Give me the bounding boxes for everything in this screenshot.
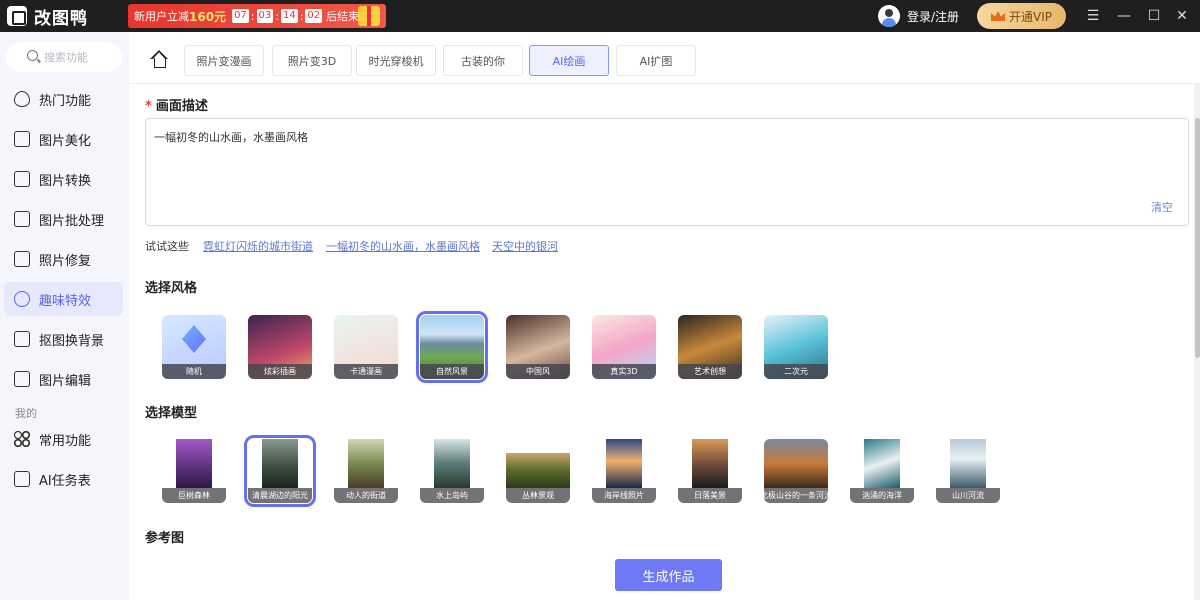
tab-time-machine[interactable]: 时光穿梭机	[356, 45, 436, 76]
batch-icon	[14, 211, 30, 227]
style-option[interactable]: 中国风	[506, 315, 570, 379]
feature-tabs: 照片变漫画 照片变3D 时光穿梭机 古装的你 AI绘画 AI扩图	[129, 32, 1200, 84]
sidebar-item-label: 图片批处理	[39, 213, 105, 229]
promo-amount: 160元	[189, 9, 227, 24]
description-label: * 画面描述	[145, 99, 208, 114]
sidebar-item-convert[interactable]: 图片转换	[4, 162, 123, 196]
sidebar-item-label: 图片编辑	[39, 373, 92, 389]
style-option[interactable]: 真实3D	[592, 315, 656, 379]
model-option-selected[interactable]: 清晨湖边的阳光	[244, 435, 316, 507]
suggestion-link[interactable]: 天空中的银河	[492, 238, 558, 254]
gift-icon	[358, 6, 380, 26]
search-placeholder: 搜索功能	[44, 51, 88, 64]
sidebar-item-label: AI任务表	[39, 473, 91, 489]
edit-icon	[14, 371, 30, 387]
maximize-icon[interactable]: ☐	[1144, 6, 1164, 26]
convert-icon	[14, 171, 30, 187]
grid-icon	[14, 431, 30, 447]
vip-label: 开通VIP	[1009, 9, 1052, 24]
sidebar-item-label: 常用功能	[39, 433, 92, 449]
tab-ai-painting[interactable]: AI绘画	[529, 45, 609, 76]
sidebar-item-label: 抠图换背景	[39, 333, 105, 349]
tab-ancient-costume[interactable]: 古装的你	[443, 45, 523, 76]
open-vip-button[interactable]: 开通VIP	[977, 3, 1066, 29]
login-register-link[interactable]: 登录/注册	[907, 8, 959, 25]
close-icon[interactable]: ✕	[1172, 6, 1192, 26]
search-icon	[27, 50, 38, 61]
sidebar-item-edit[interactable]: 图片编辑	[4, 362, 123, 396]
sidebar-item-cutout[interactable]: 抠图换背景	[4, 322, 123, 356]
sparkle-icon	[14, 291, 30, 307]
search-input[interactable]: 搜索功能	[6, 42, 122, 72]
sidebar-item-ai-tasks[interactable]: AI任务表	[4, 462, 123, 496]
countdown-4: 02	[305, 9, 323, 23]
model-option[interactable]: 日落美景	[678, 439, 742, 503]
countdown-2: 03	[256, 9, 274, 23]
sidebar-item-label: 图片美化	[39, 133, 92, 149]
app-name: 改图鸭	[34, 8, 88, 29]
crown-icon	[991, 11, 1005, 21]
style-option[interactable]: 随机	[162, 315, 226, 379]
task-list-icon	[14, 471, 30, 487]
suggestion-link[interactable]: 霓虹灯闪烁的城市街道	[203, 238, 313, 254]
tab-ai-expand[interactable]: AI扩图	[616, 45, 696, 76]
tab-photo-to-comic[interactable]: 照片变漫画	[184, 45, 264, 76]
style-option[interactable]: 艺术创想	[678, 315, 742, 379]
title-bar: 改图鸭 新用户立减 160元 07: 03: 14: 02 后结束 登录/注册 …	[0, 0, 1200, 32]
model-option[interactable]: 海岸线照片	[592, 439, 656, 503]
sidebar: 搜索功能 热门功能 图片美化 图片转换 图片批处理 照片修复 趣味特效 抠图换背…	[0, 32, 129, 600]
sidebar-item-hot[interactable]: 热门功能	[4, 82, 123, 116]
model-option[interactable]: 丛林景观	[506, 439, 570, 503]
style-option[interactable]: 二次元	[764, 315, 828, 379]
reference-label: 参考图	[145, 531, 185, 546]
model-option[interactable]: 巨树森林	[162, 439, 226, 503]
scrollbar-thumb[interactable]	[1195, 118, 1200, 358]
app-logo-icon	[7, 6, 27, 26]
description-textarea[interactable]: 一幅初冬的山水画，水墨画风格 清空	[145, 118, 1189, 226]
image-beautify-icon	[14, 131, 30, 147]
repair-icon	[14, 251, 30, 267]
sidebar-item-label: 趣味特效	[39, 293, 92, 309]
model-option[interactable]: 水上岛屿	[420, 439, 484, 503]
try-these-label: 试试这些	[145, 240, 189, 253]
promo-prefix: 新用户立减	[134, 10, 189, 23]
main-panel: 照片变漫画 照片变3D 时光穿梭机 古装的你 AI绘画 AI扩图 * 画面描述 一…	[129, 32, 1200, 600]
random-diamond-icon	[182, 325, 206, 353]
sidebar-item-label: 照片修复	[39, 253, 92, 269]
sidebar-item-label: 图片转换	[39, 173, 92, 189]
model-option[interactable]: 北极山谷的一条河流	[764, 439, 828, 503]
model-option[interactable]: 汹涌的海洋	[850, 439, 914, 503]
countdown-1: 07	[232, 9, 249, 23]
home-icon[interactable]	[151, 52, 167, 68]
minimize-icon[interactable]: —	[1114, 6, 1134, 26]
sidebar-item-label: 热门功能	[39, 93, 92, 109]
model-label: 选择模型	[145, 406, 198, 421]
flame-icon	[14, 91, 30, 107]
user-avatar-icon[interactable]	[878, 5, 900, 27]
model-option[interactable]: 动人的街道	[334, 439, 398, 503]
mine-section-label: 我的	[15, 407, 37, 420]
style-option-selected[interactable]: 自然风景	[416, 311, 488, 383]
description-value: 一幅初冬的山水画，水墨画风格	[154, 131, 308, 144]
promo-banner[interactable]: 新用户立减 160元 07: 03: 14: 02 后结束	[128, 4, 386, 28]
sidebar-item-repair[interactable]: 照片修复	[4, 242, 123, 276]
tab-photo-to-3d[interactable]: 照片变3D	[272, 45, 352, 76]
style-option[interactable]: 炫彩插画	[248, 315, 312, 379]
clear-button[interactable]: 清空	[1151, 199, 1173, 215]
style-option[interactable]: 卡通漫画	[334, 315, 398, 379]
generate-button[interactable]: 生成作品	[615, 559, 722, 591]
cutout-icon	[14, 331, 30, 347]
sidebar-item-batch[interactable]: 图片批处理	[4, 202, 123, 236]
model-option[interactable]: 山川河流	[936, 439, 1000, 503]
promo-suffix: 后结束	[326, 10, 360, 23]
countdown-3: 14	[280, 9, 298, 23]
suggestion-link[interactable]: 一幅初冬的山水画，水墨画风格	[326, 238, 480, 254]
sidebar-item-common[interactable]: 常用功能	[4, 422, 123, 456]
sidebar-item-beautify[interactable]: 图片美化	[4, 122, 123, 156]
sidebar-item-fun-effects[interactable]: 趣味特效	[4, 282, 123, 316]
menu-icon[interactable]: ☰	[1083, 6, 1103, 26]
style-label: 选择风格	[145, 281, 198, 296]
